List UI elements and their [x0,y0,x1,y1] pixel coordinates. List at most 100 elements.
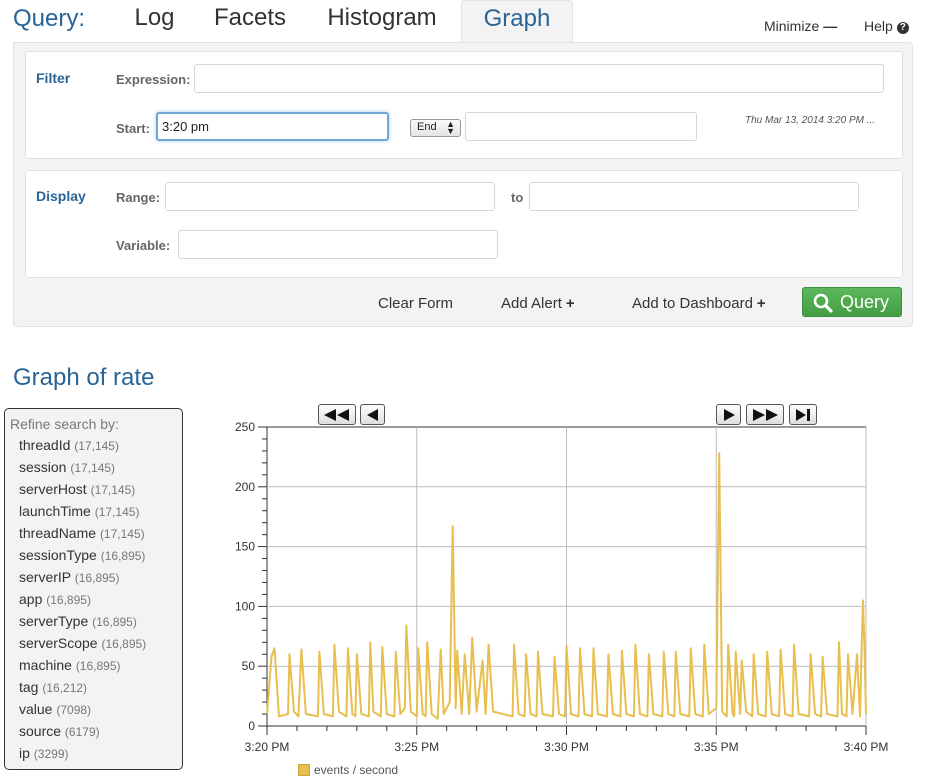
filter-box: Filter Expression: Start: End ▲▼ Thu Mar… [25,51,903,159]
first-page-button[interactable] [318,404,356,425]
refine-item-sessiontype[interactable]: sessionType (16,895) [19,547,145,563]
add-to-dashboard-label: Add to Dashboard [632,295,753,312]
refine-item-name: sessionType [19,547,97,563]
refine-item-name: session [19,459,67,475]
y-tick-label: 200 [235,480,255,494]
add-alert-label: Add Alert [501,295,562,312]
refine-item-name: app [19,591,43,607]
fast-forward-button[interactable] [746,404,784,425]
filter-section-label: Filter [36,70,71,86]
refine-item-name: ip [19,745,30,761]
refine-item-servertype[interactable]: serverType (16,895) [19,613,137,629]
tab-histogram[interactable]: Histogram [312,0,452,42]
clear-form-button[interactable]: Clear Form [378,295,453,312]
refine-item-name: machine [19,657,72,673]
expression-label: Expression: [116,72,191,87]
x-tick-label: 3:20 PM [245,740,290,754]
updown-arrows-icon: ▲ ▼ [446,119,455,136]
refine-item-serverip[interactable]: serverIP (16,895) [19,569,119,585]
x-tick-label: 3:25 PM [394,740,439,754]
next-icon [723,408,735,421]
y-tick-label: 150 [235,540,255,554]
rewind-icon [324,408,349,421]
refine-item-tag[interactable]: tag (16,212) [19,679,87,695]
start-input[interactable] [156,112,389,141]
variable-input[interactable] [178,230,498,259]
x-tick-label: 3:40 PM [844,740,889,754]
next-page-button[interactable] [716,404,741,425]
start-label: Start: [116,121,150,136]
refine-item-name: serverType [19,613,89,629]
help-label: Help [864,18,893,34]
refine-item-machine[interactable]: machine (16,895) [19,657,121,673]
refine-item-name: threadName [19,525,97,541]
refine-item-threadname[interactable]: threadName (17,145) [19,525,145,541]
add-alert-button[interactable]: Add Alert + [501,295,575,312]
end-select[interactable]: End ▲ ▼ [410,119,461,137]
range-to-label: to [511,190,524,205]
expression-input[interactable] [194,64,884,93]
refine-item-count: (16,895) [100,549,146,563]
fast-forward-icon [753,408,778,421]
refine-item-count: (6179) [64,725,100,739]
refine-item-value[interactable]: value (7098) [19,701,91,717]
refine-item-serverhost[interactable]: serverHost (17,145) [19,481,135,497]
tab-log[interactable]: Log [117,0,192,42]
refine-item-name: tag [19,679,39,695]
refine-item-count: (16,895) [101,637,147,651]
query-panel: Filter Expression: Start: End ▲▼ Thu Mar… [13,42,913,327]
tab-graph[interactable]: Graph [461,0,573,42]
chart-legend: events / second [298,763,398,777]
refine-item-count: (3299) [33,747,69,761]
tab-facets[interactable]: Facets [200,0,300,42]
plot-area [266,426,867,727]
help-icon: ? [896,22,909,34]
refine-item-serverscope[interactable]: serverScope (16,895) [19,635,146,651]
variable-label: Variable: [116,238,171,253]
start-timestamp: Thu Mar 13, 2014 3:20 PM ... [745,115,876,126]
legend-label: events / second [314,763,399,777]
refine-item-count: (17,145) [90,483,136,497]
refine-item-count: (17,145) [74,439,119,453]
minimize-label: Minimize [764,18,820,34]
query-button[interactable]: Query [802,287,902,317]
graph-title: Graph of rate [13,364,155,391]
minimize-button[interactable]: Minimize — [764,18,837,34]
range-from-input[interactable] [165,182,495,211]
refine-item-count: (17,145) [99,527,145,541]
help-button[interactable]: Help? [864,18,909,34]
refine-item-launchtime[interactable]: launchTime (17,145) [19,503,139,519]
refine-item-name: threadId [19,437,71,453]
end-select-label: End [417,121,437,133]
refine-item-count: (16,895) [75,659,121,673]
query-label: Query [840,292,890,312]
range-to-input[interactable] [529,182,859,211]
refine-item-count: (17,145) [70,461,116,475]
brand-label: Query: [13,5,86,32]
previous-page-button[interactable] [360,404,385,425]
refine-item-count: (7098) [56,703,92,717]
refine-item-name: source [19,723,62,739]
refine-item-threadid[interactable]: threadId (17,145) [19,437,119,453]
top-navigation: Query: Log Facets Histogram Graph Minimi… [0,0,930,42]
refine-item-name: serverScope [19,635,98,651]
refine-item-session[interactable]: session (17,145) [19,459,115,475]
refine-item-source[interactable]: source (6179) [19,723,100,739]
plus-icon: + [756,295,766,312]
refine-item-name: launchTime [19,503,91,519]
y-tick-label: 0 [248,719,255,733]
refine-item-app[interactable]: app (16,895) [19,591,91,607]
add-to-dashboard-button[interactable]: Add to Dashboard + [632,295,766,312]
end-input[interactable] [465,112,697,141]
display-box: Display Range: to Variable: [25,170,903,278]
last-page-button[interactable] [789,404,817,425]
refine-item-name: value [19,701,53,717]
refine-item-name: serverIP [19,569,71,585]
skip-to-end-icon [796,408,810,421]
plus-icon: + [565,295,575,312]
series-line-events-per-second [266,452,867,720]
refine-item-count: (16,895) [92,615,137,629]
refine-item-ip[interactable]: ip (3299) [19,745,68,761]
y-tick-label: 100 [235,599,255,613]
range-label: Range: [116,190,161,205]
